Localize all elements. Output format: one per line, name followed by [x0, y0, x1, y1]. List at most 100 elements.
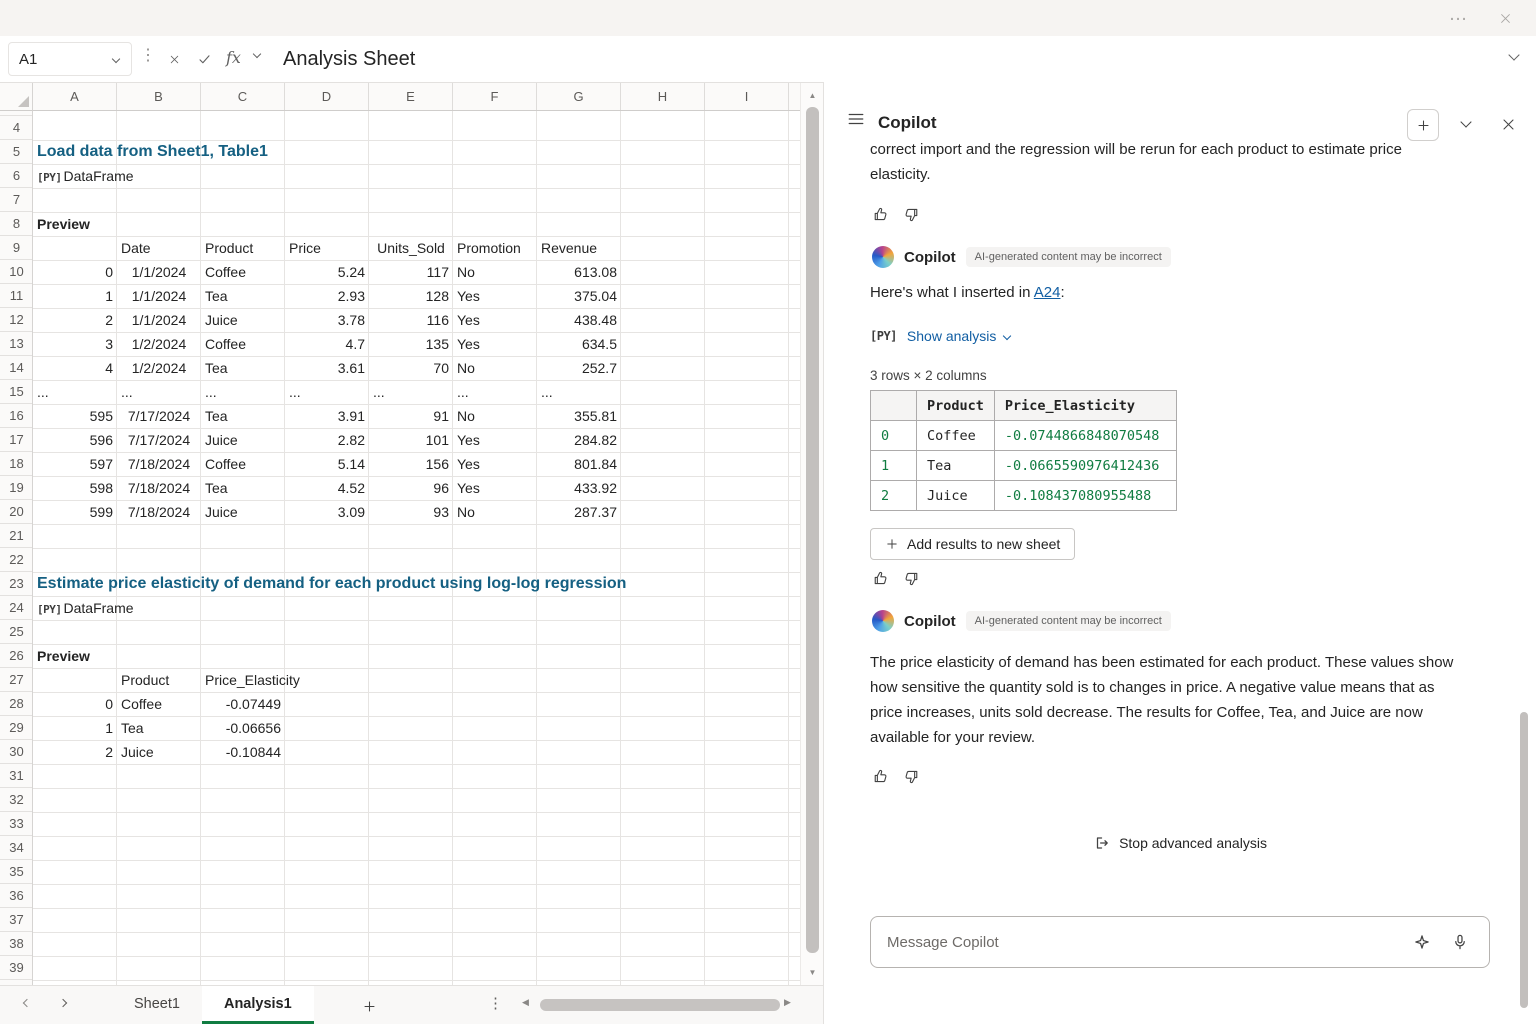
thumbs-down-icon[interactable] [903, 206, 920, 223]
cell-E18[interactable]: 156 [369, 452, 453, 476]
cell-C14[interactable]: Tea [201, 356, 232, 380]
next-sheet-icon[interactable] [59, 999, 67, 1007]
copilot-scrollbar-thumb[interactable] [1520, 712, 1528, 1008]
cell-C11[interactable]: Tea [201, 284, 232, 308]
cell-C10[interactable]: Coffee [201, 260, 250, 284]
scroll-down-icon[interactable]: ▼ [801, 968, 824, 977]
cell-G19[interactable]: 433.92 [537, 476, 621, 500]
cell-A23[interactable]: Estimate price elasticity of demand for … [33, 572, 630, 596]
cell-B15[interactable]: ... [117, 380, 137, 404]
cell-A10[interactable]: 0 [33, 260, 117, 284]
cell-reference-link[interactable]: A24 [1034, 284, 1061, 301]
row-header-24[interactable]: 24 [0, 596, 33, 620]
cell-F13[interactable]: Yes [453, 332, 484, 356]
row-header-37[interactable]: 37 [0, 908, 33, 932]
cell-G16[interactable]: 355.81 [537, 404, 621, 428]
cell-C9[interactable]: Product [201, 236, 257, 260]
show-analysis-toggle[interactable]: [PY] Show analysis [870, 328, 1010, 344]
cell-A15[interactable]: ... [33, 380, 53, 404]
cell-A20[interactable]: 599 [33, 500, 117, 524]
message-copilot-input[interactable] [871, 934, 1411, 951]
cell-G12[interactable]: 438.48 [537, 308, 621, 332]
collapse-panel-icon[interactable] [1460, 116, 1471, 127]
cell-D20[interactable]: 3.09 [285, 500, 369, 524]
row-header-14[interactable]: 14 [0, 356, 33, 380]
cell-C13[interactable]: Coffee [201, 332, 250, 356]
cell-A28[interactable]: 0 [33, 692, 117, 716]
cell-C17[interactable]: Juice [201, 428, 242, 452]
row-header-30[interactable]: 30 [0, 740, 33, 764]
add-results-button[interactable]: Add results to new sheet [870, 528, 1075, 560]
column-header-B[interactable]: B [117, 83, 201, 111]
row-header-5[interactable]: 5 [0, 140, 33, 164]
cell-E9[interactable]: Units_Sold [369, 236, 453, 260]
cell-F9[interactable]: Promotion [453, 236, 525, 260]
cell-A18[interactable]: 597 [33, 452, 117, 476]
cell-G9[interactable]: Revenue [537, 236, 601, 260]
cell-A6[interactable]: [PY]DataFrame [33, 164, 138, 188]
cell-F19[interactable]: Yes [453, 476, 484, 500]
row-header-20[interactable]: 20 [0, 500, 33, 524]
cell-B12[interactable]: 1/1/2024 [117, 308, 201, 332]
cell-A30[interactable]: 2 [33, 740, 117, 764]
column-header-A[interactable]: A [33, 83, 117, 111]
thumbs-down-icon[interactable] [903, 768, 920, 785]
row-header-6[interactable]: 6 [0, 164, 33, 188]
cell-B30[interactable]: Juice [117, 740, 158, 764]
grid-hscroll-thumb[interactable] [540, 999, 780, 1011]
column-header-E[interactable]: E [369, 83, 453, 111]
cell-E16[interactable]: 91 [369, 404, 453, 428]
cell-B28[interactable]: Coffee [117, 692, 166, 716]
cell-G11[interactable]: 375.04 [537, 284, 621, 308]
fx-chevron-icon[interactable] [253, 50, 261, 58]
cell-A19[interactable]: 598 [33, 476, 117, 500]
window-close-icon[interactable] [1491, 5, 1519, 31]
insert-function-button[interactable]: fx [226, 48, 241, 67]
cell-D16[interactable]: 3.91 [285, 404, 369, 428]
row-header-10[interactable]: 10 [0, 260, 33, 284]
menu-icon[interactable] [846, 110, 866, 128]
row-header-25[interactable]: 25 [0, 620, 33, 644]
row-header-32[interactable]: 32 [0, 788, 33, 812]
thumbs-up-icon[interactable] [872, 768, 889, 785]
cell-E14[interactable]: 70 [369, 356, 453, 380]
cell-F16[interactable]: No [453, 404, 479, 428]
confirm-entry-icon[interactable] [192, 47, 216, 71]
cell-B14[interactable]: 1/2/2024 [117, 356, 201, 380]
thumbs-down-icon[interactable] [903, 570, 920, 587]
cell-C16[interactable]: Tea [201, 404, 232, 428]
row-header-16[interactable]: 16 [0, 404, 33, 428]
cell-G17[interactable]: 284.82 [537, 428, 621, 452]
cell-D19[interactable]: 4.52 [285, 476, 369, 500]
window-more-icon[interactable]: … [1443, 2, 1473, 32]
row-header-29[interactable]: 29 [0, 716, 33, 740]
row-header-38[interactable]: 38 [0, 932, 33, 956]
thumbs-up-icon[interactable] [872, 570, 889, 587]
row-header-21[interactable]: 21 [0, 524, 33, 548]
row-header-18[interactable]: 18 [0, 452, 33, 476]
cell-E13[interactable]: 135 [369, 332, 453, 356]
add-sheet-button[interactable] [356, 993, 382, 1019]
sheet-tab-sheet1[interactable]: Sheet1 [112, 986, 202, 1024]
row-header-31[interactable]: 31 [0, 764, 33, 788]
new-chat-button[interactable] [1407, 109, 1439, 141]
cell-C19[interactable]: Tea [201, 476, 232, 500]
cell-B20[interactable]: 7/18/2024 [117, 500, 201, 524]
grid-vscroll-thumb[interactable] [806, 107, 819, 953]
prompt-guide-icon[interactable] [1411, 931, 1433, 953]
cell-E12[interactable]: 116 [369, 308, 453, 332]
copilot-input-box[interactable] [870, 916, 1490, 968]
cancel-entry-icon[interactable] [162, 47, 186, 71]
cell-F18[interactable]: Yes [453, 452, 484, 476]
cell-D10[interactable]: 5.24 [285, 260, 369, 284]
cell-D17[interactable]: 2.82 [285, 428, 369, 452]
cell-B17[interactable]: 7/17/2024 [117, 428, 201, 452]
cell-B9[interactable]: Date [117, 236, 155, 260]
column-header-C[interactable]: C [201, 83, 285, 111]
cell-G14[interactable]: 252.7 [537, 356, 621, 380]
cell-A12[interactable]: 2 [33, 308, 117, 332]
cell-G15[interactable]: ... [537, 380, 557, 404]
cell-D9[interactable]: Price [285, 236, 325, 260]
cell-F12[interactable]: Yes [453, 308, 484, 332]
cell-C20[interactable]: Juice [201, 500, 242, 524]
